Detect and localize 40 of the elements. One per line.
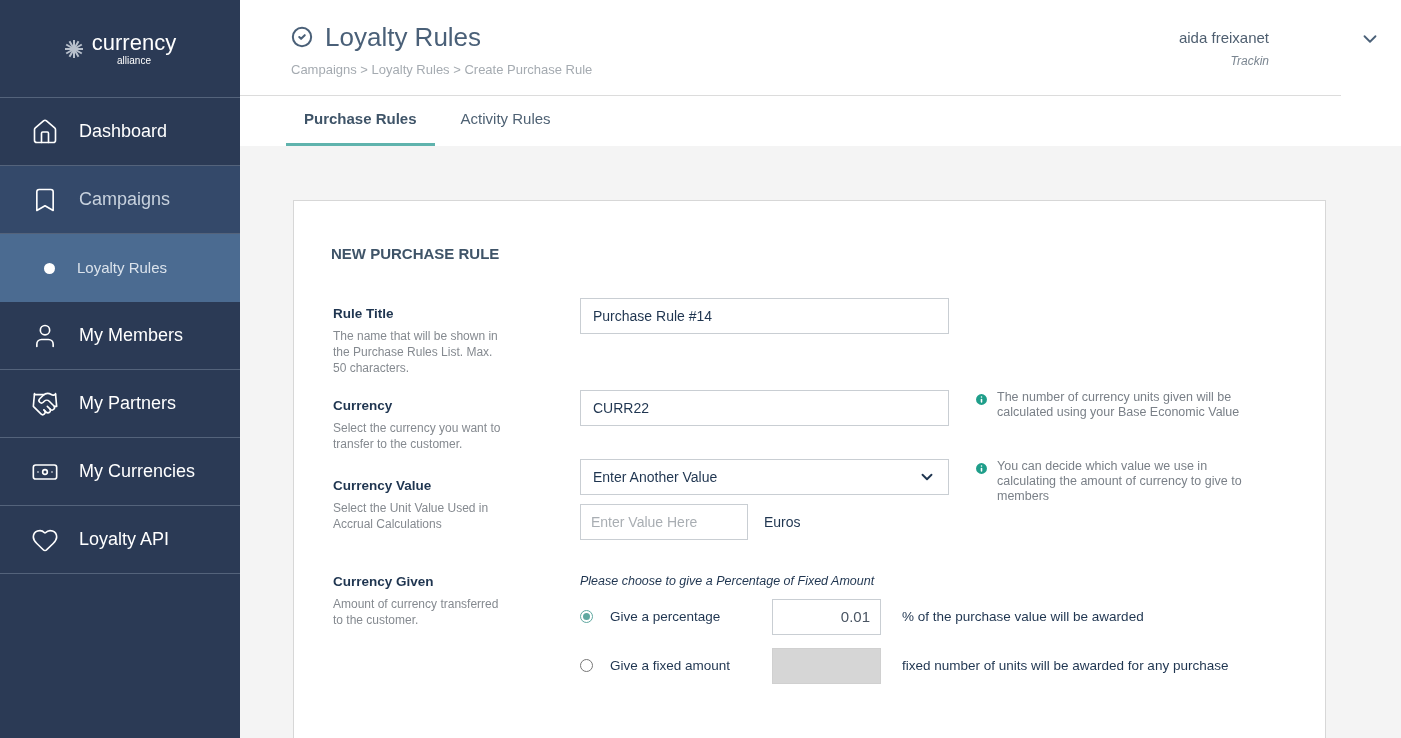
radio-label: Give a fixed amount — [610, 656, 732, 675]
logo-subtext: alliance — [117, 55, 151, 66]
field-label: Currency Value — [333, 477, 433, 495]
option-note: fixed number of units will be awarded for any purchase — [902, 656, 1229, 675]
field-label: Currency Given — [333, 573, 435, 591]
info-icon — [974, 461, 989, 476]
info-icon — [974, 391, 989, 407]
choice-prompt: Please choose to give a Percentage of Fixed Amount — [580, 573, 876, 590]
form-heading: NEW PURCHASE RULE — [331, 244, 501, 264]
breadcrumb: Campaigns > Loyalty Rules > Create Purchase Rule — [291, 61, 593, 79]
info-note: You can decide which value we use in calculating the amount of currency to give to members — [997, 459, 1243, 504]
check-icon — [291, 26, 313, 48]
tab[interactable]: Activity Rules — [442, 96, 569, 146]
nav-subitem-label: Loyalty Rules — [77, 257, 168, 278]
nav-subitem[interactable]: Loyalty Rules — [0, 234, 240, 302]
user-name: aida freixanet — [1178, 28, 1269, 48]
home-icon — [31, 117, 59, 146]
logo-icon — [63, 38, 84, 59]
user-company: Trackin — [1230, 52, 1269, 70]
field-label: Currency — [333, 396, 394, 415]
handshake-icon — [31, 389, 59, 418]
field-help: Amount of currency transferred to the customer. — [333, 596, 500, 629]
nav-item[interactable]: Campaigns — [0, 166, 240, 234]
amount-field[interactable]: 0.01 — [772, 598, 881, 635]
page-title: Loyalty Rules — [325, 22, 482, 52]
info-note: The number of currency units given will be calculated using your Base Economic Value — [997, 389, 1241, 420]
field-help: Select the currency you want to transfer to the customer. — [333, 420, 502, 452]
text-field[interactable]: CURR22 — [580, 389, 949, 426]
field-label: Rule Title — [333, 304, 395, 323]
option-note: % of the purchase value will be awarded — [902, 607, 1144, 626]
text-field[interactable]: Purchase Rule #14 — [580, 297, 949, 334]
bullet-icon — [44, 262, 55, 274]
tab[interactable]: Purchase Rules — [286, 96, 435, 146]
dropdown-field[interactable]: Enter Another Value — [580, 459, 949, 495]
logo-text: currency — [91, 31, 177, 54]
field-help: The name that will be shown in the Purchase Rules List. Max. 50 characters. — [333, 327, 499, 376]
value-field[interactable]: Enter Value Here — [580, 504, 748, 540]
radio-label: Give a percentage — [610, 607, 722, 626]
unit-label: Euros — [764, 512, 801, 532]
field-help: Select the Unit Value Used in Accrual Calculations — [333, 500, 490, 533]
